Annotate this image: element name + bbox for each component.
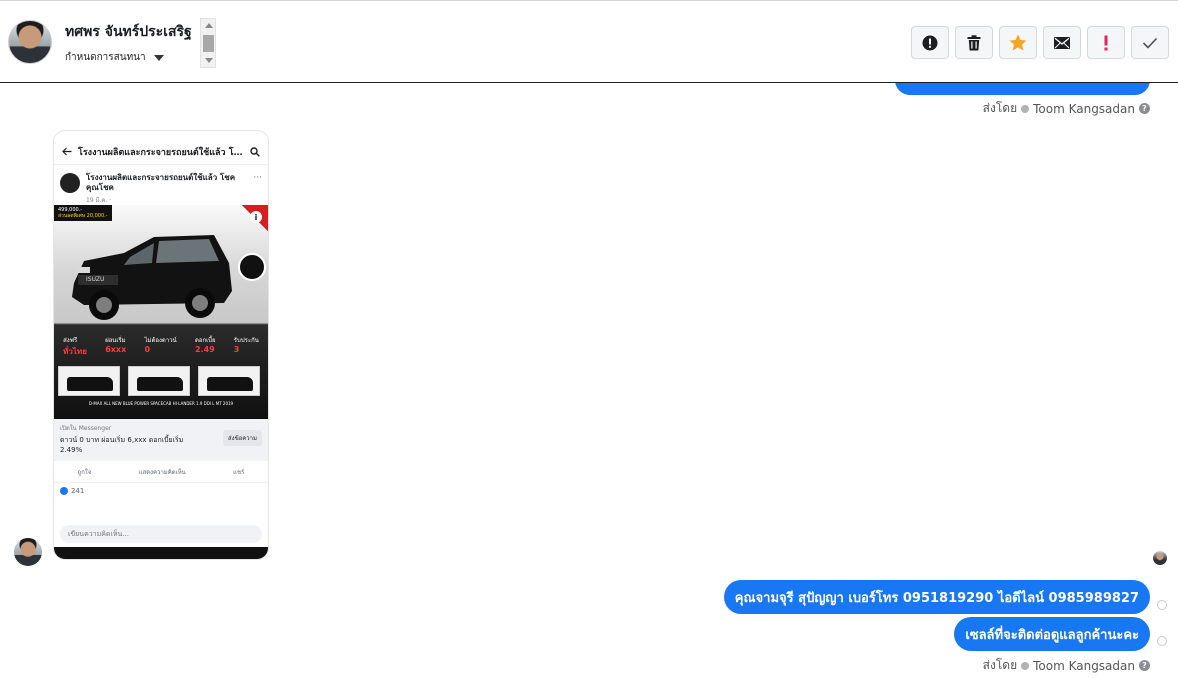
chevron-down-icon [153,54,164,61]
feature-top: รับประกัน [233,337,259,344]
sent-by-label: ส่งโดย [982,658,1018,672]
feature-big: ทั่วไทย [63,347,87,356]
feature-top: ไม่ต้องดาวน์ [144,337,177,344]
comment-placeholder: เขียนความคิดเห็น... [60,525,262,543]
page-logo [60,173,80,193]
seen-avatar [1153,551,1167,565]
contact-avatar-small[interactable] [14,538,42,566]
help-icon[interactable]: ? [1139,660,1150,671]
exclamation-icon [1104,35,1108,50]
outgoing-message-bubble[interactable]: คุณจามจุรี สุปัญญา เบอร์โทร 0951819290 ไ… [723,580,1150,614]
mark-unread-button[interactable] [1043,26,1081,59]
check-icon [1142,37,1158,49]
likes-count: 241 [71,487,85,495]
sender-name[interactable]: Toom Kangsadan [1033,659,1135,673]
phone-nav-bar: โรงงานผลิตและกระจายรถยนต์ใช้แล้ว โชค... [54,139,268,165]
phone-status-bar [54,131,268,139]
mark-done-button[interactable] [1131,26,1169,59]
back-arrow-icon [62,147,72,156]
truck-thumbnail [128,366,190,396]
like-icon [60,487,68,495]
feature-big: 2.49 [194,345,215,354]
sent-by-row: ส่งโดย Toom Kangsadan ? [983,99,1150,118]
feature-big: 3 [233,345,240,354]
likes-row: 241 [54,483,268,499]
pickup-truck-icon: ISUZU [72,235,232,320]
sender-name[interactable]: Toom Kangsadan [1033,102,1135,116]
brand-text: ISUZU [86,276,104,283]
phone-nav-title: โรงงานผลิตและกระจายรถยนต์ใช้แล้ว โชค... [78,147,244,158]
scroll-up-icon[interactable] [205,23,213,28]
share-action: แชร์ [233,468,245,476]
feature-labels: ส่งฟรีทั่วไทย ผ่อนเริ่ม 6xxx ไม่ต้องดาวน์… [54,335,268,358]
feature-top: ผ่อนเริ่ม [105,337,126,344]
dealer-badge [238,253,266,281]
delivered-check-icon [1157,600,1167,610]
feature-label: ดอกเบี้ย 2.49 [195,335,216,358]
follow-up-button[interactable] [1087,26,1125,59]
delivered-check-icon [1157,636,1167,646]
outgoing-message-bubble[interactable]: เซลล์ที่จะติดต่อดูแลลูกค้านะคะ [954,617,1150,651]
price-tag: 499,000.- ส่วนลดพิเศษ 20,000.- [54,205,112,221]
mark-spam-button[interactable] [911,26,949,59]
contact-avatar[interactable] [8,20,52,64]
search-icon [250,146,260,157]
phone-nav-bottom [54,547,268,559]
messenger-inbox-page: ทศพร จันทร์ประเสริฐ กำหนดการสนทนา ส่งโดย… [0,0,1178,678]
feature-label: ไม่ต้องดาวน์ 0 [145,335,177,358]
page-dot-icon [1021,661,1030,670]
sent-by-label: ส่งโดย [982,101,1018,115]
assign-conversation-dropdown[interactable]: กำหนดการสนทนา [65,50,164,65]
delete-button[interactable] [955,26,993,59]
header-scrollbar[interactable] [200,18,216,68]
message-thread[interactable]: ส่งโดย Toom Kangsadan ? โรงงานผลิตและกระ… [0,83,1178,678]
page-dot-icon [1021,104,1030,113]
outgoing-message-bubble-partial[interactable] [895,83,1150,95]
ad-image: 499,000.- ส่วนลดพิเศษ 20,000.- i ISUZU ส… [54,205,268,419]
scroll-down-icon[interactable] [205,58,213,63]
feature-label: รับประกัน 3 [234,335,259,358]
like-action: ถูกใจ [77,468,92,476]
image-attachment[interactable]: โรงงานผลิตและกระจายรถยนต์ใช้แล้ว โชค... … [53,130,269,560]
send-message-cta: ส่งข้อความ [222,430,262,446]
alert-circle-icon [922,35,938,50]
discount-value: ส่วนลดพิเศษ 20,000.- [58,213,108,219]
feature-label: ส่งฟรีทั่วไทย [63,335,87,358]
help-icon[interactable]: ? [1139,103,1150,114]
cta-text: ดาวน์ 0 บาท ผ่อนเริ่ม 6,xxx ดอกเบี้ยเริ่… [60,436,184,454]
scroll-thumb[interactable] [203,35,214,52]
feature-top: ส่งฟรี [63,337,78,344]
assign-label: กำหนดการสนทนา [65,52,146,63]
post-header: โรงงานผลิตและกระจายรถยนต์ใช้แล้ว โชค คุณ… [54,165,268,205]
conversation-toolbar [911,26,1169,59]
truck-thumbnail [58,366,120,396]
truck-thumbnail [198,366,260,396]
more-options-icon: ··· [253,173,262,183]
trash-icon [967,34,981,50]
info-icon: i [250,211,262,223]
post-actions: ถูกใจ แสดงความคิดเห็น แชร์ [54,461,268,483]
conversation-header: ทศพร จันทร์ประเสริฐ กำหนดการสนทนา [0,0,1178,83]
sent-by-row: ส่งโดย Toom Kangsadan ? [983,656,1150,675]
post-page-name: โรงงานผลิตและกระจายรถยนต์ใช้แล้ว โชค คุณ… [86,173,236,192]
mail-icon [1054,36,1070,49]
messenger-cta: เปิดใน Messenger ดาวน์ 0 บาท ผ่อนเริ่ม 6… [54,419,268,461]
star-button[interactable] [999,26,1037,59]
model-caption: D-MAX ALL NEW BLUE POWER SPACECAB HI-LAN… [88,401,234,406]
star-icon [1009,34,1027,51]
feature-big: 6xxx [105,345,127,354]
post-date: 19 มี.ค. · [86,197,112,204]
feature-label: ผ่อนเริ่ม 6xxx [105,335,126,358]
ad-thumbnails [58,366,260,396]
comment-action: แสดงความคิดเห็น [138,468,186,476]
feature-big: 0 [144,345,151,354]
contact-name[interactable]: ทศพร จันทร์ประเสริฐ [65,21,192,43]
feature-top: ดอกเบี้ย [194,337,216,344]
